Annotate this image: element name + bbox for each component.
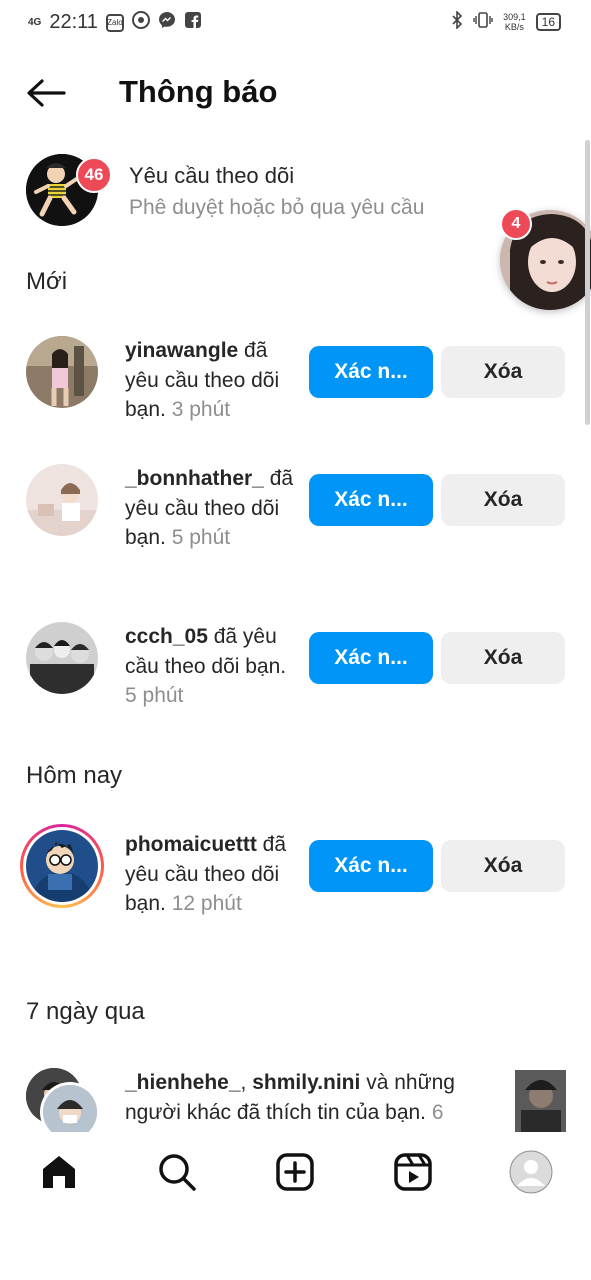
search-icon [159, 1154, 196, 1191]
battery-indicator: 16 [535, 12, 561, 31]
request-time: 5 phút [171, 526, 231, 549]
avatar[interactable] [26, 336, 98, 408]
nav-reels[interactable] [391, 1150, 435, 1194]
avatar[interactable] [26, 464, 98, 536]
activity-text: _hienhehe_, shmily.nini và những người k… [125, 1071, 455, 1124]
delete-button[interactable]: Xóa [441, 346, 565, 398]
network-indicator: 4G [28, 16, 42, 28]
activity-time: 6 [431, 1100, 444, 1124]
nav-profile[interactable] [509, 1150, 553, 1194]
avatar[interactable] [26, 622, 98, 694]
request-row: phomaicuettt đã yêu cầu theo dõi bạn. 12… [20, 824, 566, 956]
username[interactable]: yinawangle [125, 339, 238, 362]
activity-row[interactable]: _hienhehe_, shmily.nini và những người k… [26, 1068, 566, 1132]
request-row: _bonnhather_ đã yêu cầu theo dõi bạn. 5 … [26, 464, 566, 590]
request-text: phomaicuettt đã yêu cầu theo dõi bạn. 12… [125, 830, 295, 919]
home-icon [43, 1156, 75, 1188]
bottom-nav [0, 1132, 591, 1212]
network-speed: 309,1 KB/s [503, 12, 526, 32]
username[interactable]: _hienhehe_ [125, 1071, 241, 1094]
confirm-button[interactable]: Xác n... [309, 346, 433, 398]
request-row: yinawangle đã yêu cầu theo dõi bạn. 3 ph… [26, 336, 566, 426]
vibrate-icon [473, 11, 493, 32]
chat-head-badge: 4 [500, 208, 532, 240]
section-heading-new: Mới [26, 268, 68, 295]
request-row: ccch_05 đã yêu cầu theo dõi bạn. 5 phút … [26, 622, 566, 712]
bluetooth-icon [451, 10, 463, 32]
speed-unit: KB/s [504, 21, 524, 32]
status-left: 4G 22:11 Zalo [28, 11, 202, 34]
follow-requests-badge: 46 [76, 157, 112, 193]
avatar [43, 1085, 97, 1132]
delete-button[interactable]: Xóa [441, 474, 565, 526]
speed-value: 309,1 [503, 11, 526, 22]
facebook-icon [184, 11, 202, 34]
username[interactable]: _bonnhather_ [125, 467, 264, 490]
delete-button[interactable]: Xóa [441, 632, 565, 684]
stacked-avatars[interactable] [26, 1068, 106, 1132]
story-thumbnail[interactable] [515, 1070, 566, 1132]
nav-new-post[interactable] [273, 1150, 317, 1194]
follow-requests-title: Yêu cầu theo dõi [129, 163, 295, 188]
request-time: 5 phút [125, 684, 184, 707]
request-time: 12 phút [171, 892, 242, 915]
confirm-button[interactable]: Xác n... [309, 840, 433, 892]
avatar[interactable] [26, 830, 98, 902]
back-button[interactable] [26, 78, 66, 108]
follow-requests-subtitle: Phê duyệt hoặc bỏ qua yêu cầu [129, 196, 425, 219]
request-text: yinawangle đã yêu cầu theo dõi bạn. 3 ph… [125, 336, 295, 425]
arrow-left-icon [27, 79, 66, 107]
request-text: _bonnhather_ đã yêu cầu theo dõi bạn. 5 … [125, 464, 295, 553]
page-title: Thông báo [119, 74, 278, 109]
follow-requests-entry[interactable]: 46 Yêu cầu theo dõi Phê duyệt hoặc bỏ qu… [26, 150, 566, 230]
reels-icon [394, 1153, 432, 1191]
section-heading-last-7-days: 7 ngày qua [26, 998, 145, 1025]
status-right: 309,1 KB/s 16 [451, 10, 561, 32]
delete-button[interactable]: Xóa [441, 840, 565, 892]
nav-search[interactable] [155, 1150, 199, 1194]
floating-chat-head[interactable]: 4 [500, 208, 591, 312]
request-time: 3 phút [171, 398, 231, 421]
status-time: 22:11 [49, 11, 98, 33]
status-bar: 4G 22:11 Zalo 309,1 KB/s 16 [0, 0, 591, 46]
confirm-button[interactable]: Xác n... [309, 632, 433, 684]
scrollbar[interactable] [585, 140, 590, 425]
nav-home[interactable] [37, 1150, 81, 1194]
chrome-icon [131, 11, 150, 34]
new-post-icon [276, 1153, 314, 1191]
zalo-icon: Zalo [105, 13, 124, 32]
username[interactable]: shmily.nini [252, 1071, 360, 1094]
username[interactable]: ccch_05 [125, 625, 208, 648]
section-heading-today: Hôm nay [26, 762, 123, 789]
confirm-button[interactable]: Xác n... [309, 474, 433, 526]
username[interactable]: phomaicuettt [125, 833, 257, 856]
request-text: ccch_05 đã yêu cầu theo dõi bạn. 5 phút [125, 622, 295, 711]
messenger-icon [158, 11, 176, 34]
profile-icon [509, 1150, 553, 1194]
page-header: Thông báo [0, 60, 591, 124]
